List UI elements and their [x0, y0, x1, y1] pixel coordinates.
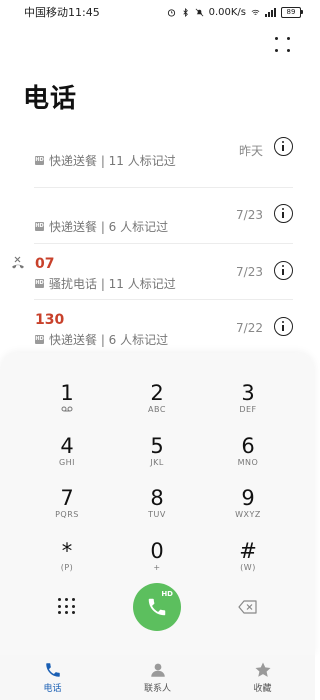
dialpad-toggle-icon[interactable] — [58, 598, 76, 616]
alarm-icon — [167, 8, 175, 17]
key-digit: 7 — [60, 486, 74, 510]
key-letters: MNO — [237, 458, 259, 467]
wifi-icon — [251, 9, 260, 15]
star-icon — [255, 662, 270, 677]
nav-label: 联系人 — [143, 684, 171, 694]
key-digit: 9 — [241, 486, 255, 510]
key-letters: GHI — [58, 458, 76, 467]
info-icon[interactable] — [274, 317, 293, 336]
key-letters: WXYZ — [235, 510, 261, 519]
status-icons: 0.00K/s 89 — [167, 6, 303, 18]
key-hash[interactable]: # (W) — [213, 539, 283, 583]
missed-call-icon — [12, 256, 24, 269]
call-number: 130 — [35, 312, 65, 328]
key-5[interactable]: 5 JKL — [122, 434, 192, 478]
backspace-icon[interactable] — [238, 600, 258, 614]
phone-icon — [148, 598, 166, 616]
key-letters: (W) — [240, 563, 256, 572]
key-digit: 5 — [150, 434, 164, 458]
call-label: 快递送餐 | 11 人标记过 — [49, 154, 176, 168]
call-date: 7/22 — [236, 321, 263, 335]
call-date: 昨天 — [238, 144, 263, 158]
call-button[interactable]: HD — [133, 583, 181, 631]
call-label-row: HD 快递送餐 | 6 人标记过 — [35, 218, 168, 235]
carrier-time: 中国移动11:45 — [24, 6, 100, 19]
contacts-icon — [150, 663, 165, 677]
key-star[interactable]: * (P) — [32, 539, 102, 583]
key-letters: ABC — [148, 405, 166, 414]
call-date: 7/23 — [236, 208, 263, 222]
hd-label: HD — [161, 590, 173, 598]
call-label-row: HD 快递送餐 | 6 人标记过 — [35, 331, 168, 348]
key-letters: DEF — [239, 405, 257, 414]
phone-icon — [45, 663, 60, 677]
key-letters: + — [153, 563, 161, 572]
nav-label: 电话 — [43, 684, 62, 694]
key-digit: 1 — [60, 381, 74, 405]
call-log-item[interactable]: HD 快递送餐 | 11 人标记过 昨天 — [0, 132, 315, 188]
key-digit: 4 — [60, 434, 74, 458]
key-6[interactable]: 6 MNO — [213, 434, 283, 478]
call-label: 骚扰电话 | 11 人标记过 — [49, 277, 176, 291]
key-digit: 0 — [150, 539, 164, 563]
hd-icon: HD — [35, 279, 44, 288]
key-9[interactable]: 9 WXYZ — [213, 486, 283, 530]
call-log-list: HD 快递送餐 | 11 人标记过 昨天 HD 快递送餐 | 6 人标记过 7/… — [0, 132, 315, 356]
nav-phone[interactable]: 电话 — [13, 661, 93, 694]
key-digit: * — [61, 539, 73, 563]
key-digit: 3 — [241, 381, 255, 405]
nav-favorites[interactable]: 收藏 — [223, 661, 303, 694]
call-label: 快递送餐 | 6 人标记过 — [49, 333, 169, 347]
key-0[interactable]: 0 + — [122, 539, 192, 583]
call-label: 快递送餐 | 6 人标记过 — [49, 220, 169, 234]
net-speed: 0.00K/s — [208, 6, 246, 18]
hd-icon: HD — [35, 335, 44, 344]
call-log-item[interactable]: 130 HD 快递送餐 | 6 人标记过 7/22 — [0, 300, 315, 356]
call-number: 07 — [35, 256, 55, 272]
hd-icon: HD — [35, 156, 44, 165]
battery-icon: 89 — [281, 6, 303, 18]
key-digit: # — [239, 539, 257, 563]
more-options-button[interactable] — [275, 37, 291, 53]
key-2[interactable]: 2 ABC — [122, 381, 192, 425]
key-letters: JKL — [150, 458, 164, 467]
info-icon[interactable] — [274, 261, 293, 280]
page-title: 电话 — [23, 84, 78, 114]
nav-contacts[interactable]: 联系人 — [118, 661, 198, 694]
voicemail-icon — [32, 405, 102, 416]
bluetooth-icon — [183, 7, 188, 17]
key-letters: TUV — [148, 510, 166, 519]
call-log-item[interactable]: 07 HD 骚扰电话 | 11 人标记过 7/23 — [0, 244, 315, 300]
mute-icon — [195, 8, 203, 16]
key-letters: (P) — [60, 563, 74, 572]
key-digit: 2 — [150, 381, 164, 405]
key-letters: PQRS — [55, 510, 79, 519]
key-digit: 6 — [241, 434, 255, 458]
bottom-nav: 电话 联系人 收藏 — [0, 655, 315, 700]
call-date: 7/23 — [236, 265, 263, 279]
battery-level: 89 — [286, 7, 296, 16]
key-8[interactable]: 8 TUV — [122, 486, 192, 530]
nav-label: 收藏 — [253, 684, 272, 694]
info-icon[interactable] — [274, 137, 293, 156]
key-3[interactable]: 3 DEF — [213, 381, 283, 425]
key-1[interactable]: 1 — [32, 381, 102, 425]
hd-icon: HD — [35, 222, 44, 231]
key-7[interactable]: 7 PQRS — [32, 486, 102, 530]
key-digit: 8 — [150, 486, 164, 510]
call-log-item[interactable]: HD 快递送餐 | 6 人标记过 7/23 — [0, 188, 315, 244]
signal-icon — [265, 7, 276, 17]
dialpad: 1 2 ABC 3 DEF 4 GHI 5 JKL 6 MNO 7 PQRS 8… — [0, 353, 315, 655]
info-icon[interactable] — [274, 204, 293, 223]
status-bar: 中国移动11:45 0.00K/s 89 — [0, 0, 315, 24]
key-4[interactable]: 4 GHI — [32, 434, 102, 478]
call-label-row: HD 快递送餐 | 11 人标记过 — [35, 152, 176, 169]
call-label-row: HD 骚扰电话 | 11 人标记过 — [35, 275, 176, 292]
